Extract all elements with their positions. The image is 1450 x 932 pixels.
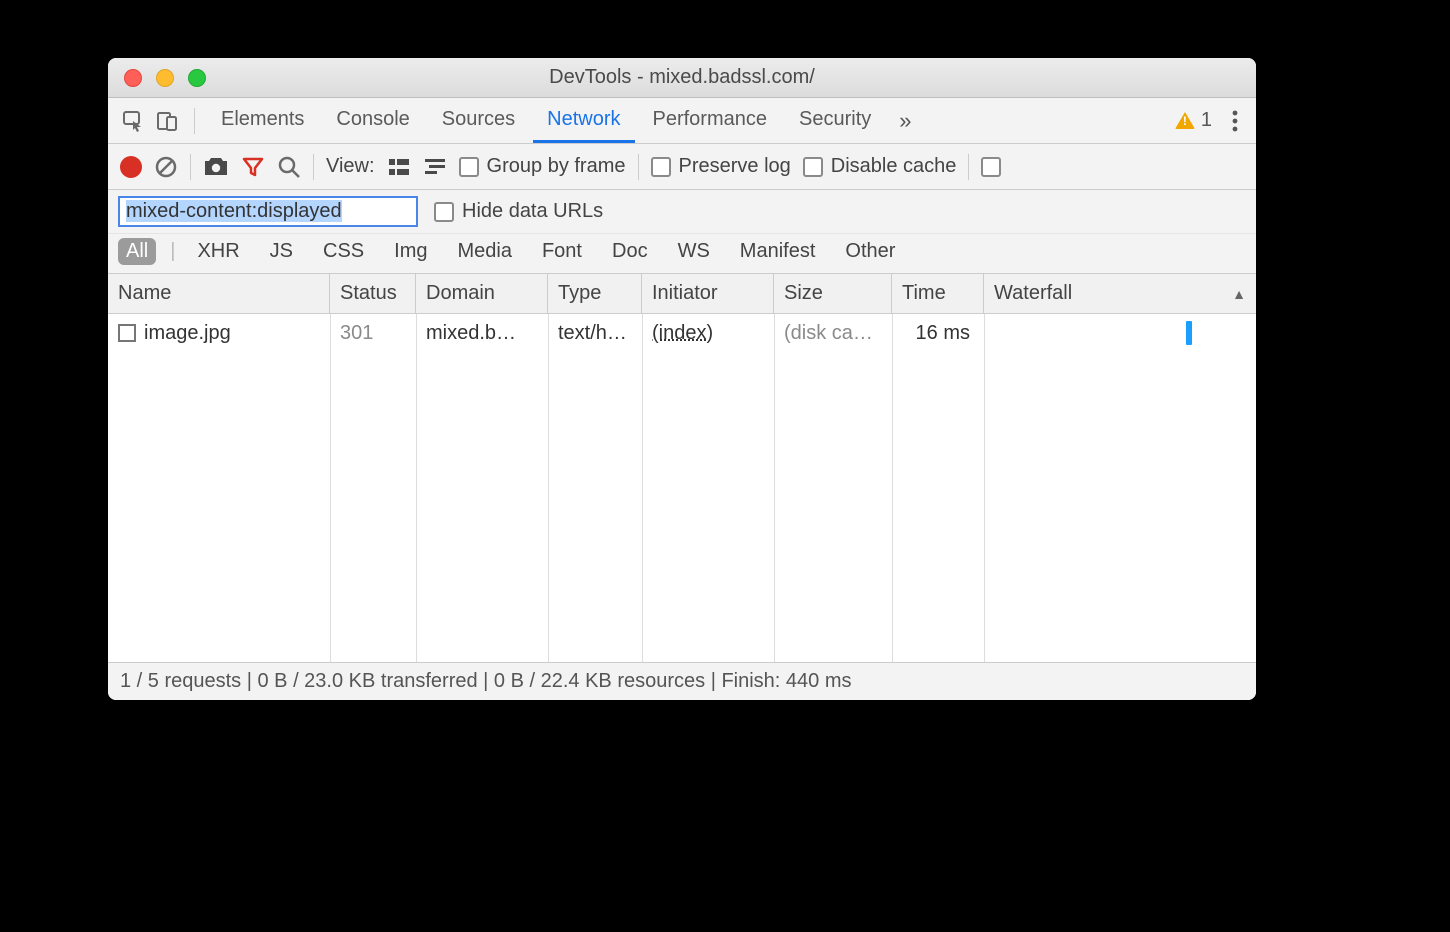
status-text: 1 / 5 requests | 0 B / 23.0 KB transferr… xyxy=(120,670,852,693)
file-icon xyxy=(118,324,136,342)
col-domain[interactable]: Domain xyxy=(416,274,548,313)
initiator-link[interactable]: (index) xyxy=(652,322,713,345)
type-filter-font[interactable]: Font xyxy=(534,238,590,265)
filter-icon[interactable] xyxy=(241,155,265,179)
type-filter-js[interactable]: JS xyxy=(262,238,301,265)
capture-screenshots-icon[interactable] xyxy=(203,157,229,177)
hide-data-urls-label: Hide data URLs xyxy=(462,200,603,223)
request-name: image.jpg xyxy=(144,322,231,345)
tab-console[interactable]: Console xyxy=(322,98,423,143)
clear-button[interactable] xyxy=(154,155,178,179)
disable-cache-toggle[interactable]: Disable cache xyxy=(803,155,957,178)
status-bar: 1 / 5 requests | 0 B / 23.0 KB transferr… xyxy=(108,662,1256,700)
more-options-button[interactable] xyxy=(1224,109,1246,133)
waterfall-bar xyxy=(1186,321,1192,345)
tab-security[interactable]: Security xyxy=(785,98,885,143)
checkbox-icon xyxy=(803,157,823,177)
zoom-window-button[interactable] xyxy=(188,69,206,87)
cell-initiator: (index) xyxy=(642,314,774,352)
group-by-frame-label: Group by frame xyxy=(487,155,626,178)
network-toolbar: View: Group by frame Preserve log Disabl… xyxy=(108,144,1256,190)
col-status[interactable]: Status xyxy=(330,274,416,313)
type-filter-css[interactable]: CSS xyxy=(315,238,372,265)
preserve-log-label: Preserve log xyxy=(679,155,791,178)
view-overview-icon[interactable] xyxy=(423,157,447,177)
type-filter-manifest[interactable]: Manifest xyxy=(732,238,824,265)
type-filter-xhr[interactable]: XHR xyxy=(189,238,247,265)
filter-input[interactable]: mixed-content:displayed xyxy=(118,196,418,227)
type-filter-ws[interactable]: WS xyxy=(670,238,718,265)
filter-input-value: mixed-content:displayed xyxy=(126,200,342,222)
offline-toggle-partial[interactable] xyxy=(981,157,1001,177)
col-time[interactable]: Time xyxy=(892,274,984,313)
checkbox-icon xyxy=(651,157,671,177)
col-waterfall[interactable]: Waterfall▲ xyxy=(984,274,1256,313)
table-body[interactable]: image.jpg 301 mixed.b… text/h… (index) (… xyxy=(108,314,1256,662)
tab-network[interactable]: Network xyxy=(533,98,634,143)
tab-sources[interactable]: Sources xyxy=(428,98,529,143)
cell-waterfall xyxy=(984,314,1256,352)
tab-elements[interactable]: Elements xyxy=(207,98,318,143)
hide-data-urls-toggle[interactable]: Hide data URLs xyxy=(434,200,603,223)
titlebar: DevTools - mixed.badssl.com/ xyxy=(108,58,1256,98)
type-filter-other[interactable]: Other xyxy=(837,238,903,265)
divider: | xyxy=(170,240,175,263)
cell-type: text/h… xyxy=(548,314,642,352)
disable-cache-label: Disable cache xyxy=(831,155,957,178)
tabs-overflow-button[interactable]: » xyxy=(889,108,921,134)
warnings-count: 1 xyxy=(1201,109,1212,132)
panel-tabs: Elements Console Sources Network Perform… xyxy=(108,98,1256,144)
warnings-badge[interactable]: 1 xyxy=(1167,109,1220,132)
tab-performance[interactable]: Performance xyxy=(639,98,782,143)
cell-status: 301 xyxy=(330,314,416,352)
cell-size: (disk ca… xyxy=(774,314,892,352)
cell-name: image.jpg xyxy=(108,314,330,352)
preserve-log-toggle[interactable]: Preserve log xyxy=(651,155,791,178)
checkbox-icon xyxy=(981,157,1001,177)
warning-icon xyxy=(1175,112,1195,129)
window-controls xyxy=(108,69,206,87)
type-filter-all[interactable]: All xyxy=(118,238,156,265)
record-button[interactable] xyxy=(120,156,142,178)
cell-time: 16 ms xyxy=(892,314,984,352)
table-header: Name Status Domain Type Initiator Size T… xyxy=(108,274,1256,314)
divider xyxy=(968,154,969,180)
view-label: View: xyxy=(326,155,375,178)
divider xyxy=(190,154,191,180)
col-name[interactable]: Name xyxy=(108,274,330,313)
divider xyxy=(194,108,195,134)
type-filter-media[interactable]: Media xyxy=(449,238,519,265)
toggle-device-toolbar-icon[interactable] xyxy=(152,106,182,136)
col-size[interactable]: Size xyxy=(774,274,892,313)
type-filter-bar: All | XHR JS CSS Img Media Font Doc WS M… xyxy=(108,234,1256,274)
table-row[interactable]: image.jpg 301 mixed.b… text/h… (index) (… xyxy=(108,314,1256,352)
sort-asc-icon: ▲ xyxy=(1232,286,1246,302)
type-filter-doc[interactable]: Doc xyxy=(604,238,656,265)
devtools-window: DevTools - mixed.badssl.com/ Elements Co… xyxy=(108,58,1256,700)
view-large-rows-icon[interactable] xyxy=(387,157,411,177)
checkbox-icon xyxy=(434,202,454,222)
cell-domain: mixed.b… xyxy=(416,314,548,352)
close-window-button[interactable] xyxy=(124,69,142,87)
search-icon[interactable] xyxy=(277,155,301,179)
inspect-element-icon[interactable] xyxy=(118,106,148,136)
window-title: DevTools - mixed.badssl.com/ xyxy=(108,66,1256,89)
checkbox-icon xyxy=(459,157,479,177)
col-initiator[interactable]: Initiator xyxy=(642,274,774,313)
group-by-frame-toggle[interactable]: Group by frame xyxy=(459,155,626,178)
minimize-window-button[interactable] xyxy=(156,69,174,87)
requests-table: Name Status Domain Type Initiator Size T… xyxy=(108,274,1256,662)
divider xyxy=(638,154,639,180)
divider xyxy=(313,154,314,180)
col-type[interactable]: Type xyxy=(548,274,642,313)
filter-bar: mixed-content:displayed Hide data URLs xyxy=(108,190,1256,234)
type-filter-img[interactable]: Img xyxy=(386,238,435,265)
